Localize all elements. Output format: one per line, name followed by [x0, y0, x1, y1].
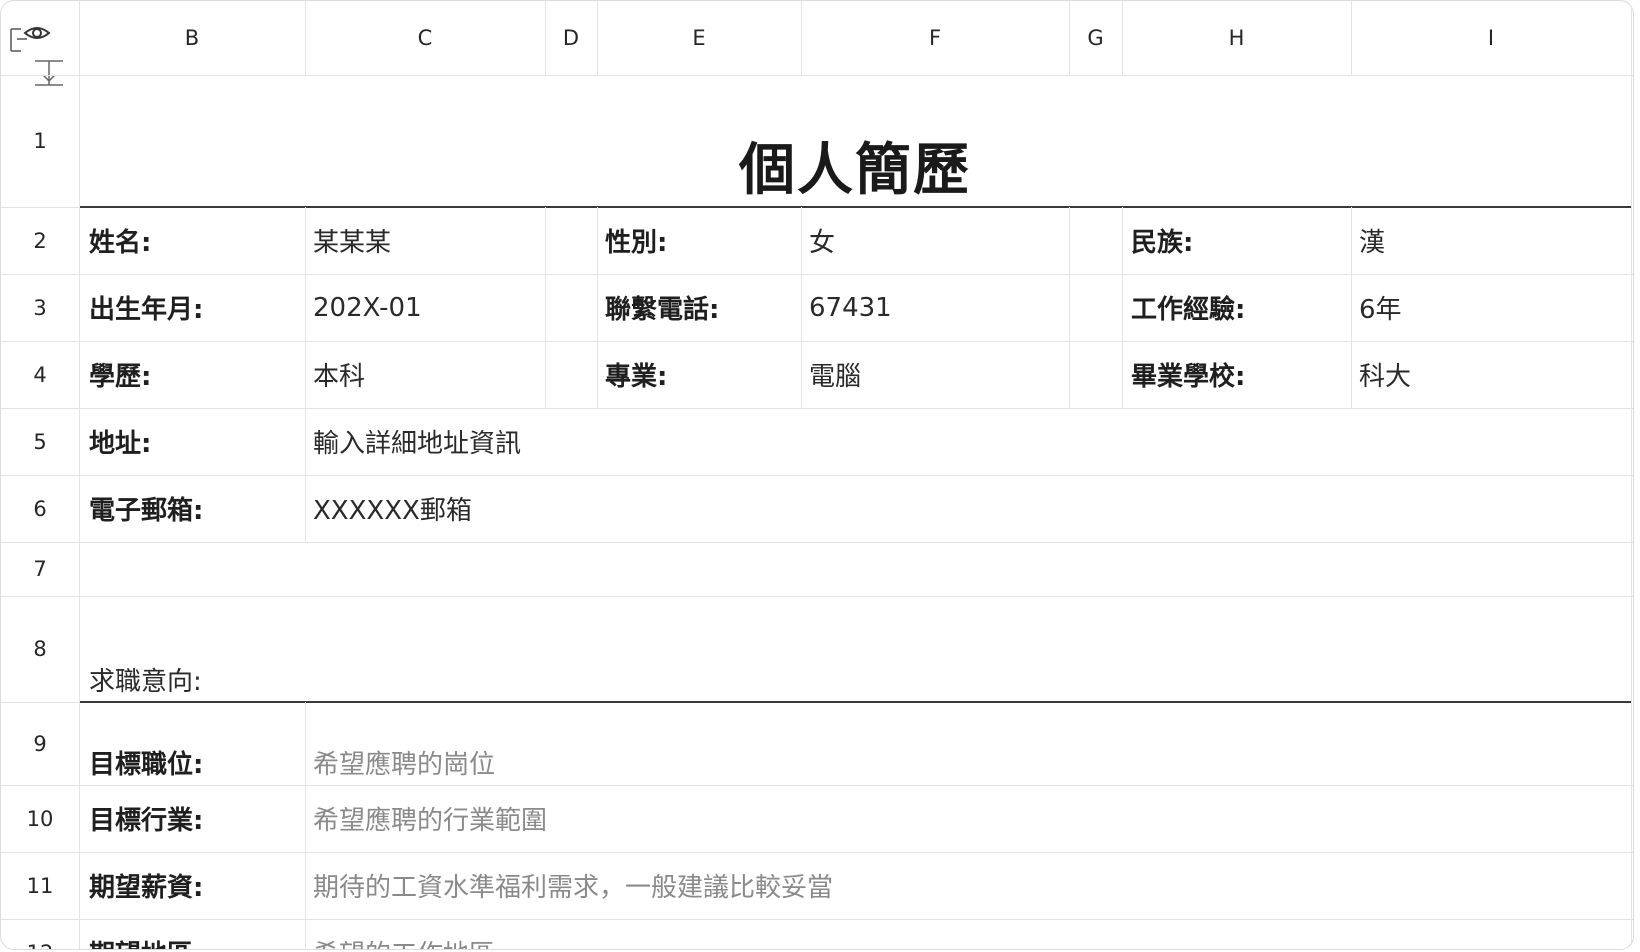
grid-line	[1, 785, 1633, 786]
grid-line	[597, 1, 598, 75]
grid-line	[1, 919, 1633, 920]
grid-line	[1351, 207, 1352, 408]
grid-line	[597, 207, 598, 408]
target-industry-label[interactable]: 目標行業:	[89, 785, 203, 852]
grid-line	[1069, 1, 1070, 75]
col-header-d[interactable]: D	[545, 1, 597, 75]
grid-line	[1, 542, 1633, 543]
grid-line	[1631, 1, 1632, 949]
grid-line	[1351, 1, 1352, 75]
grid-line	[801, 207, 802, 408]
row-header-11[interactable]: 11	[1, 852, 79, 919]
col-header-i[interactable]: I	[1351, 1, 1631, 75]
grid-line	[1, 408, 1633, 409]
row-header-4[interactable]: 4	[1, 341, 79, 408]
email-label[interactable]: 電子郵箱:	[89, 475, 203, 542]
grid-line	[1, 596, 1633, 597]
section-border	[79, 701, 1631, 703]
grid-line	[305, 207, 306, 542]
grid-line	[305, 1, 306, 75]
spreadsheet-frame: B C D E F G H I 1 2 3 4 5 6 7 8 9 10 11 …	[0, 0, 1634, 950]
ethnicity-label[interactable]: 民族:	[1131, 207, 1193, 274]
major-label[interactable]: 專業:	[605, 341, 667, 408]
grid-line	[1, 75, 1633, 76]
education-value[interactable]: 本科	[313, 341, 365, 408]
target-position-value[interactable]: 希望應聘的崗位	[313, 739, 495, 785]
row-header-1[interactable]: 1	[1, 75, 79, 207]
ethnicity-value[interactable]: 漢	[1359, 207, 1385, 274]
grid-line	[1069, 207, 1070, 408]
grid-line	[801, 1, 802, 75]
major-value[interactable]: 電腦	[809, 341, 861, 408]
name-label[interactable]: 姓名:	[89, 207, 151, 274]
row-header-7[interactable]: 7	[1, 542, 79, 596]
col-header-h[interactable]: H	[1122, 1, 1351, 75]
school-label[interactable]: 畢業學校:	[1131, 341, 1245, 408]
row-header-3[interactable]: 3	[1, 274, 79, 341]
gender-label[interactable]: 性別:	[605, 207, 667, 274]
grid-line	[545, 1, 546, 75]
row-header-9[interactable]: 9	[1, 702, 79, 785]
row-header-5[interactable]: 5	[1, 408, 79, 475]
row-header-2[interactable]: 2	[1, 207, 79, 274]
education-label[interactable]: 學歷:	[89, 341, 151, 408]
phone-value[interactable]: 67431	[809, 274, 892, 341]
row-header-12[interactable]: 12	[1, 919, 79, 950]
experience-label[interactable]: 工作經驗:	[1131, 274, 1245, 341]
grid-line	[1122, 1, 1123, 75]
resume-title[interactable]: 個人簡歷	[79, 129, 1631, 203]
name-value[interactable]: 某某某	[313, 207, 391, 274]
school-value[interactable]: 科大	[1359, 341, 1411, 408]
target-industry-value[interactable]: 希望應聘的行業範圍	[313, 785, 547, 852]
address-value[interactable]: 輸入詳細地址資訊	[313, 408, 521, 475]
target-position-label[interactable]: 目標職位:	[89, 739, 203, 785]
experience-value[interactable]: 6年	[1359, 274, 1402, 341]
birth-label[interactable]: 出生年月:	[89, 274, 203, 341]
expected-salary-value[interactable]: 期待的工資水準福利需求，一般建議比較妥當	[313, 852, 833, 919]
expected-location-label[interactable]: 期望地區:	[89, 919, 203, 949]
expected-salary-label[interactable]: 期望薪資:	[89, 852, 203, 919]
job-intention-header[interactable]: 求職意向:	[89, 657, 202, 701]
email-value[interactable]: XXXXXX郵箱	[313, 475, 472, 542]
expected-location-value[interactable]: 希望的工作地區	[313, 919, 495, 949]
row-header-6[interactable]: 6	[1, 475, 79, 542]
col-header-e[interactable]: E	[597, 1, 801, 75]
col-header-f[interactable]: F	[801, 1, 1069, 75]
phone-label[interactable]: 聯繫電話:	[605, 274, 719, 341]
birth-value[interactable]: 202X-01	[313, 274, 422, 341]
title-border	[79, 206, 1631, 208]
col-header-g[interactable]: G	[1069, 1, 1122, 75]
row-header-8[interactable]: 8	[1, 596, 79, 702]
address-label[interactable]: 地址:	[89, 408, 151, 475]
grid-line	[545, 207, 546, 408]
grid-line	[1, 207, 79, 208]
grid-line	[1, 475, 1633, 476]
grid-line	[1, 702, 79, 703]
grid-line	[1122, 207, 1123, 408]
col-header-b[interactable]: B	[79, 1, 305, 75]
col-header-c[interactable]: C	[305, 1, 545, 75]
gender-value[interactable]: 女	[809, 207, 835, 274]
grid-line	[305, 702, 306, 949]
row-header-10[interactable]: 10	[1, 785, 79, 852]
